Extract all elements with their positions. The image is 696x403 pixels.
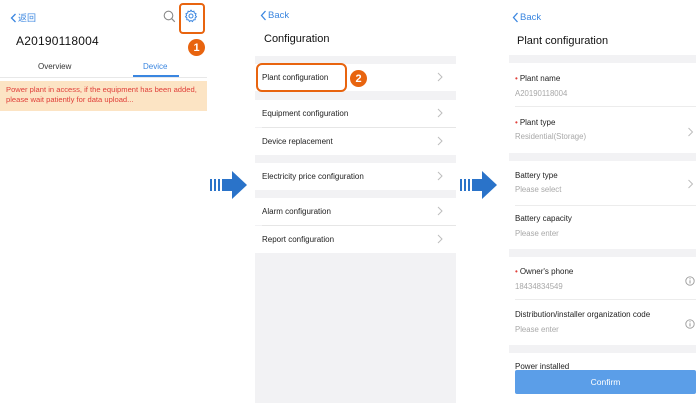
menu-item-report-configuration[interactable]: Report configuration [255,226,456,253]
step-badge-1: 1 [188,39,205,56]
battery-type-label: Battery type [515,171,558,180]
divider [515,205,696,206]
menu-item-label: Electricity price configuration [262,172,364,181]
battery-type-select[interactable]: Please select [515,185,561,194]
settings-callout-box [179,3,205,34]
back-button[interactable]: 返回 [10,11,36,24]
plant-configuration-callout-box [256,63,347,92]
confirm-button[interactable]: Confirm [515,370,696,394]
menu-item-electricity-price-configuration[interactable]: Electricity price configuration [255,163,456,190]
menu-item-alarm-configuration[interactable]: Alarm configuration [255,198,456,225]
plant-type-value[interactable]: Residential(Storage) [515,132,586,141]
battery-capacity-label: Battery capacity [515,214,572,223]
info-icon[interactable] [685,276,695,286]
tab-overview[interactable]: Overview [38,62,71,71]
owner-group: • Owner's phone 18434834549 Distribution/… [509,257,696,345]
menu-item-label: Device replacement [262,137,333,146]
plant-name-label: • Plant name [515,74,561,83]
menu-item-label: Report configuration [262,235,335,244]
menu-item-equipment-configuration[interactable]: Equipment configuration [255,100,456,127]
back-label: Back [268,10,290,21]
chevron-left-icon [512,12,518,23]
chevron-right-icon[interactable] [687,179,694,189]
step-badge-2: 2 [350,70,367,87]
search-icon[interactable] [163,10,176,23]
chevron-left-icon [260,10,266,21]
configuration-screen: Back Configuration Plant configuration E… [255,0,456,403]
data-upload-warning: Power plant in access, if the equipment … [0,81,207,111]
chevron-left-icon [10,13,16,22]
info-icon[interactable] [685,319,695,329]
battery-group: Battery type Please select Battery capac… [509,161,696,249]
battery-capacity-input[interactable]: Please enter [515,229,559,238]
tab-device[interactable]: Device [143,62,167,71]
back-button[interactable]: Back [260,10,289,21]
tab-bar: Overview Device [0,58,207,78]
divider [515,106,696,107]
plant-detail-screen: 返回 1 A20190118004 Overview Device Power … [0,0,207,403]
divider [515,299,696,300]
arrow-right-icon [460,171,497,199]
back-label: 返回 [18,13,37,23]
plant-type-label: • Plant type [515,118,556,127]
active-tab-indicator [133,75,179,77]
menu-item-device-replacement[interactable]: Device replacement [255,128,456,155]
chevron-right-icon [437,171,443,181]
org-code-label: Distribution/installer organization code [515,310,651,319]
chevron-right-icon [437,108,443,118]
back-button[interactable]: Back [512,12,541,23]
chevron-right-icon [437,136,443,146]
chevron-right-icon[interactable] [687,127,694,137]
arrow-right-icon [210,171,247,199]
owners-phone-input[interactable]: 18434834549 [515,282,563,291]
plant-configuration-screen: Back Plant configuration • Plant name A20… [509,0,696,403]
plant-id-title: A20190118004 [16,34,99,48]
header: Back Configuration [255,0,456,56]
page-title: Plant configuration [517,35,609,47]
chevron-right-icon [437,234,443,244]
owners-phone-label: • Owner's phone [515,267,574,276]
header: Back Plant configuration [509,0,696,55]
chevron-right-icon [437,206,443,216]
plant-info-group: • Plant name A20190118004 • Plant type Res… [509,63,696,153]
plant-name-value[interactable]: A20190118004 [515,89,567,98]
back-label: Back [520,12,542,23]
menu-item-label: Equipment configuration [262,109,349,118]
menu-item-label: Alarm configuration [262,207,331,216]
org-code-input[interactable]: Please enter [515,325,559,334]
chevron-right-icon [437,72,443,82]
page-title: Configuration [264,33,330,45]
